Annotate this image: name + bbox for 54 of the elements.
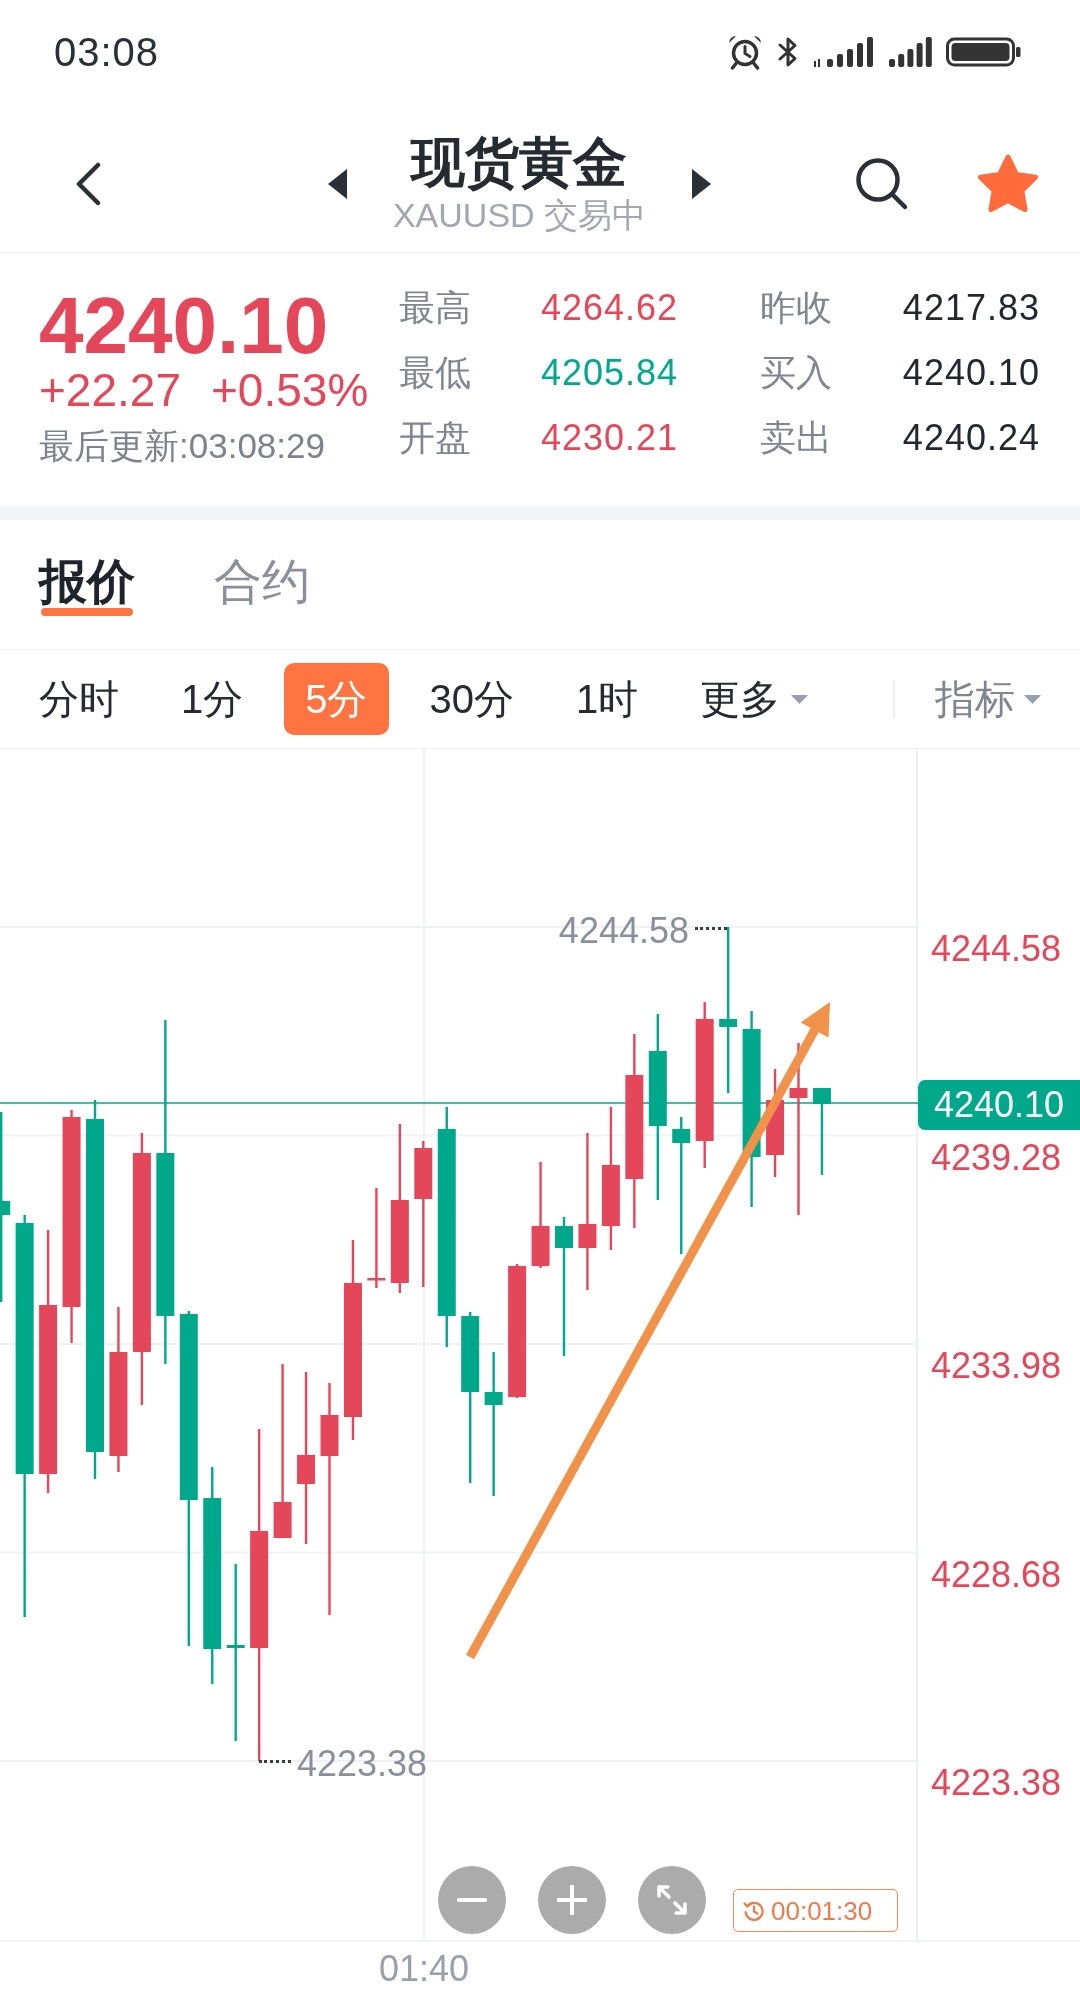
stat-value: 4217.83 [902, 285, 1040, 330]
back-chevron-icon [74, 161, 102, 206]
last-updated: 最后更新:03:08:29 [39, 426, 326, 466]
period-tab[interactable]: 30分 [408, 663, 535, 735]
last-price: 4240.10 [39, 286, 330, 366]
indicator-dropdown[interactable]: 指标 [935, 663, 1041, 735]
star-icon[interactable] [977, 153, 1039, 214]
more-dropdown[interactable]: 更多 [679, 663, 830, 735]
stat-label: 最低 [399, 350, 472, 395]
price-axis-label: 4239.28 [931, 1135, 1063, 1180]
stat-value: 4205.84 [541, 350, 680, 395]
period-tab[interactable]: 1时 [555, 663, 660, 735]
stat-label: 买入 [760, 350, 833, 395]
minus-icon [457, 1898, 487, 1902]
stat-value: 4240.24 [902, 415, 1040, 460]
price-axis-label: 4233.98 [931, 1344, 1063, 1388]
search-icon[interactable] [854, 156, 909, 211]
tab[interactable]: 报价 [39, 556, 135, 616]
caret-icon [1024, 694, 1041, 704]
stat-label: 开盘 [399, 415, 472, 460]
price-axis-label: 4244.58 [931, 927, 1063, 971]
price-axis-label: 4223.38 [931, 1761, 1063, 1805]
high-price-label: 4244.58 [558, 909, 689, 953]
page-title: 现货黄金 [411, 132, 628, 191]
status-time: 03:08 [54, 29, 160, 76]
leader-line [259, 1759, 291, 1763]
price-change: +22.27 [39, 368, 181, 412]
bluetooth-icon [777, 35, 799, 69]
alarm-clock-icon [727, 34, 763, 70]
period-tab[interactable]: 分时 [18, 663, 140, 735]
period-tab[interactable]: 1分 [160, 663, 265, 735]
leader-line [695, 926, 727, 930]
stat-value: 4240.10 [902, 350, 1040, 395]
time-axis-label: 01:40 [379, 1947, 470, 1991]
page-subtitle: XAUUSD 交易中 [392, 194, 647, 235]
current-price-tag: 4240.10 [918, 1080, 1080, 1130]
plus-icon [557, 1885, 587, 1915]
signal-icon [813, 35, 875, 69]
next-triangle-icon[interactable] [692, 168, 712, 199]
signal-icon [889, 35, 932, 69]
low-price-label: 4223.38 [297, 1742, 428, 1786]
countdown-time: 00:01:30 [771, 1895, 873, 1926]
stat-label: 卖出 [760, 415, 833, 460]
stat-label: 昨收 [760, 285, 833, 330]
caret-icon [791, 694, 809, 704]
battery-icon [946, 35, 1021, 69]
stat-value: 4230.21 [541, 415, 680, 460]
expand-icon [655, 1883, 689, 1917]
stat-label: 最高 [399, 285, 472, 330]
stat-value: 4264.62 [541, 285, 680, 330]
history-clock-icon [743, 1899, 765, 1922]
price-axis-label: 4228.68 [931, 1552, 1063, 1597]
previous-triangle-icon[interactable] [327, 168, 347, 199]
percent-change: +0.53% [211, 368, 369, 412]
